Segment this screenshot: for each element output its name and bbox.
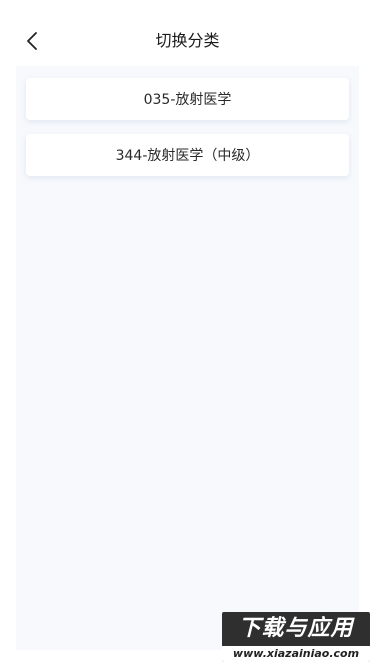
watermark-brand: 下载与应用 (238, 616, 354, 641)
category-list: 035-放射医学 344-放射医学（中级） (26, 78, 349, 190)
category-item-035[interactable]: 035-放射医学 (26, 78, 349, 120)
category-item-344[interactable]: 344-放射医学（中级） (26, 134, 349, 176)
watermark-url: www.xiazainiao.com (222, 646, 370, 662)
watermark-logo: 下载与应用 www.xiazainiao.com (222, 612, 370, 662)
app-screen: 切换分类 035-放射医学 344-放射医学（中级） (16, 16, 359, 650)
page-title: 切换分类 (155, 31, 220, 50)
header-bar: 切换分类 (16, 16, 359, 66)
